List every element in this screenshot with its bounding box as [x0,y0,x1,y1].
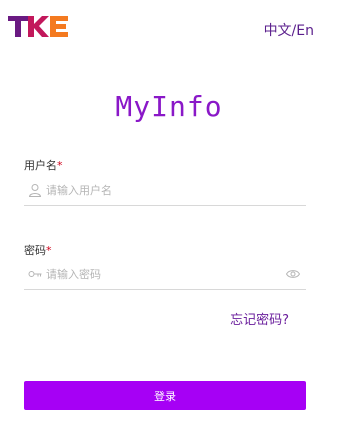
password-label: 密码* [24,242,52,258]
key-icon [28,271,42,277]
login-button[interactable]: 登录 [24,381,306,410]
user-icon [28,184,42,197]
tke-logo [8,14,69,39]
app-title: MyInfo [115,90,223,123]
password-field[interactable] [24,261,306,290]
tke-logo-mark [8,16,68,37]
username-label: 用户名* [24,157,63,173]
required-mark: * [57,159,63,172]
eye-icon[interactable] [286,269,300,279]
username-label-text: 用户名 [24,159,57,172]
password-label-text: 密码 [24,244,46,257]
language-toggle[interactable]: 中文/En [264,20,314,40]
username-field[interactable] [24,177,306,206]
password-input[interactable] [46,261,276,287]
username-input[interactable] [46,177,276,203]
required-mark: * [46,244,52,257]
forgot-password-link[interactable]: 忘记密码? [230,309,289,328]
